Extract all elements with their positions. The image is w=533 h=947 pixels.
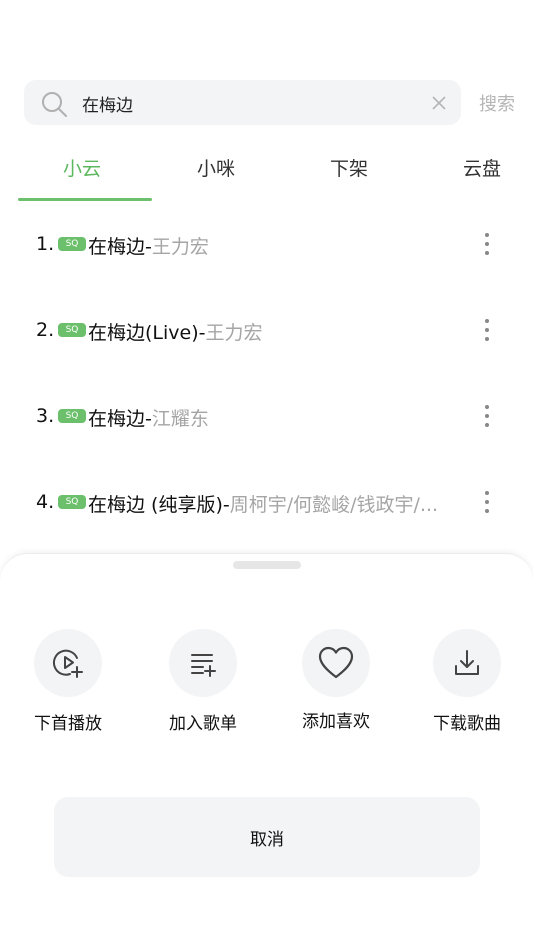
- more-icon[interactable]: [480, 229, 494, 259]
- item-index: 4.: [36, 491, 55, 513]
- song-title-line: 在梅边-江耀东: [88, 404, 466, 431]
- sheet-drag-handle[interactable]: [233, 561, 301, 569]
- cancel-button[interactable]: 取消: [54, 797, 480, 877]
- song-title: 在梅边: [88, 236, 146, 258]
- tab-indicator: [18, 198, 152, 201]
- list-item[interactable]: 3. SQ 在梅边-江耀东: [0, 397, 533, 437]
- artist-name: 王力宏: [205, 322, 263, 344]
- add-to-playlist-button[interactable]: 加入歌单: [153, 629, 253, 734]
- sq-badge: SQ: [58, 323, 86, 337]
- song-title: 在梅边(Live): [88, 322, 199, 344]
- heart-icon: [302, 629, 370, 697]
- tab-cloud-drive[interactable]: 云盘: [463, 154, 501, 181]
- song-title: 在梅边 (纯享版): [88, 494, 223, 516]
- separator: -: [145, 408, 152, 430]
- song-title: 在梅边: [88, 408, 146, 430]
- tab-offline[interactable]: 下架: [330, 154, 368, 181]
- download-label: 下载歌曲: [433, 714, 501, 734]
- sq-badge: SQ: [58, 409, 86, 423]
- item-index: 3.: [36, 405, 55, 427]
- artist-name: 周柯宇/何懿峻/钱政宇/...: [229, 494, 439, 516]
- song-title-line: 在梅边-王力宏: [88, 232, 466, 259]
- artist-name: 江耀东: [151, 408, 209, 430]
- item-index: 2.: [36, 319, 55, 341]
- add-favorite-button[interactable]: 添加喜欢: [286, 629, 386, 732]
- song-title-line: 在梅边 (纯享版)-周柯宇/何懿峻/钱政宇/...: [88, 490, 466, 517]
- item-index: 1.: [36, 233, 55, 255]
- download-button[interactable]: 下载歌曲: [417, 629, 517, 734]
- tab-xiaoyun[interactable]: 小云: [63, 154, 101, 181]
- clear-icon[interactable]: [430, 94, 448, 112]
- separator: -: [145, 236, 152, 258]
- play-next-button[interactable]: 下首播放: [18, 629, 118, 734]
- tab-xiaomi[interactable]: 小咪: [197, 154, 235, 181]
- add-to-playlist-icon: [169, 629, 237, 697]
- separator: -: [222, 494, 230, 516]
- play-next-label: 下首播放: [34, 714, 102, 734]
- list-item[interactable]: 1. SQ 在梅边-王力宏: [0, 225, 533, 265]
- search-button[interactable]: 搜索: [479, 90, 515, 116]
- song-title-line: 在梅边(Live)-王力宏: [88, 318, 466, 345]
- more-icon[interactable]: [480, 401, 494, 431]
- more-icon[interactable]: [480, 315, 494, 345]
- more-icon[interactable]: [480, 487, 494, 517]
- sq-badge: SQ: [58, 237, 86, 251]
- action-sheet: [0, 553, 533, 947]
- add-to-playlist-label: 加入歌单: [169, 714, 237, 734]
- list-item[interactable]: 4. SQ 在梅边 (纯享版)-周柯宇/何懿峻/钱政宇/...: [0, 483, 533, 523]
- list-item[interactable]: 2. SQ 在梅边(Live)-王力宏: [0, 311, 533, 351]
- artist-name: 王力宏: [151, 236, 209, 258]
- sq-badge: SQ: [58, 495, 86, 509]
- search-icon: [42, 92, 67, 117]
- add-favorite-label: 添加喜欢: [302, 712, 370, 732]
- play-next-icon: [34, 629, 102, 697]
- download-icon: [433, 629, 501, 697]
- search-input[interactable]: [82, 90, 412, 116]
